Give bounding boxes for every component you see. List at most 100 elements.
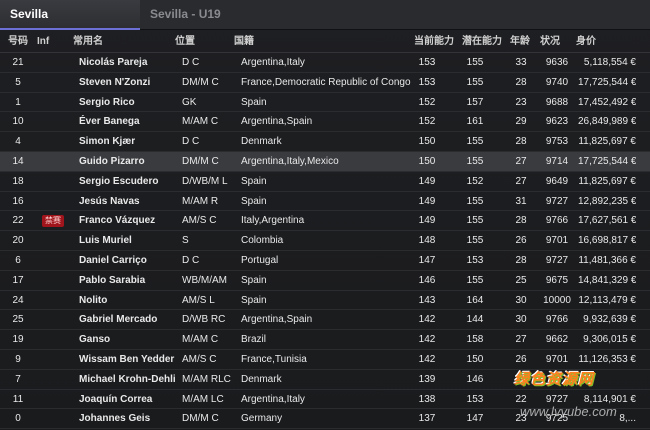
cell-age: 30 [515, 294, 527, 306]
column-header-potential-ability[interactable]: 潜在能力 [462, 31, 502, 53]
cell-ca: 152 [418, 116, 436, 128]
table-row[interactable]: 6 Daniel Carriço D C Portugal 147 153 28 9727 11… [0, 251, 650, 271]
column-header-name[interactable]: 常用名 [73, 31, 103, 53]
cell-condition: 9753 [545, 136, 569, 148]
table-row[interactable]: 20 Luis Muriel S Colombia 148 155 26 9701 16,698… [0, 231, 650, 251]
table-row[interactable]: 4 Simon Kjær D C Denmark 150 155 28 9753 11,825,… [0, 132, 650, 152]
cell-condition: 9727 [545, 254, 569, 266]
cell-age: 29 [515, 116, 527, 128]
cell-name: Franco Vázquez [79, 215, 156, 227]
cell-name: Pablo Sarabia [79, 274, 146, 286]
cell-no: 9 [15, 353, 21, 365]
cell-position: M/AM R [182, 195, 219, 207]
cell-name: Éver Banega [79, 116, 140, 128]
cell-condition: 9701 [545, 353, 569, 365]
cell-no: 25 [12, 314, 24, 326]
cell-no: 14 [12, 155, 24, 167]
cell-no: 20 [12, 235, 24, 247]
cell-condition: 9766 [545, 215, 569, 227]
column-header-age[interactable]: 年龄 [510, 31, 530, 53]
cell-value: 9,932,639 € [583, 314, 636, 326]
column-header-number[interactable]: 号码 [8, 31, 28, 53]
table-row[interactable]: 14 Guido Pizarro DM/M C Argentina,Italy,Mex… [0, 151, 650, 172]
cell-age: 26 [515, 353, 527, 365]
cell-pa: 153 [466, 254, 484, 266]
cell-nationality: Argentina,Italy [241, 57, 305, 68]
table-row[interactable]: 21 Nicolás Pareja D C Argentina,Italy 153 155… [0, 53, 650, 73]
cell-condition: 10000 [543, 294, 571, 306]
cell-nationality: Colombia [241, 235, 284, 247]
table-row[interactable]: 10 Éver Banega M/AM C Argentina,Spain 152 161… [0, 112, 650, 133]
cell-name: Gabriel Mercado [79, 314, 158, 326]
cell-position: AM/S C [182, 353, 217, 365]
table-row[interactable]: 16 Jesús Navas M/AM R Spain 149 155 31 9727 12,8… [0, 192, 650, 212]
table-row[interactable]: 22 Franco Vázquez AM/S C Italy,Argentina 149… [0, 211, 650, 232]
cell-no: 4 [15, 136, 21, 148]
cell-value: 11,126,353 € [578, 353, 636, 365]
table-row[interactable]: 5 Steven N'Zonzi DM/M C France,Democratic R… [0, 73, 650, 93]
cell-age: 28 [515, 254, 527, 266]
table-row[interactable]: 1 Sergio Rico GK Spain 152 157 23 9688 17,452,49… [0, 93, 650, 113]
cell-no: 1 [15, 96, 21, 108]
column-header-nationality[interactable]: 国籍 [234, 31, 254, 53]
column-header-condition[interactable]: 状况 [540, 31, 560, 53]
column-header-inf[interactable]: Inf [37, 31, 49, 53]
cell-position: DM/M C [182, 76, 219, 88]
cell-position: D C [182, 254, 200, 266]
table-row[interactable]: 24 Nolito AM/S L Spain 143 164 30 10000 12,113,4… [0, 291, 650, 311]
cell-position: D C [182, 136, 200, 148]
cell-ca: 150 [418, 136, 436, 148]
cell-pa: 155 [466, 235, 484, 247]
cell-nationality: Denmark [241, 373, 282, 385]
cell-position: M/AM LC [182, 393, 224, 405]
cell-pa: 150 [466, 353, 484, 365]
table-row[interactable]: 17 Pablo Sarabia WB/M/AM Spain 146 155 25 9675 1… [0, 271, 650, 291]
cell-nationality: Spain [241, 175, 267, 187]
cell-condition: 9662 [545, 334, 569, 346]
cell-value: 12,892,235 € [578, 195, 636, 207]
table-row[interactable]: 18 Sergio Escudero D/WB/M L Spain 149 152 27 96… [0, 172, 650, 192]
cell-name: Daniel Carriço [79, 254, 147, 266]
cell-pa: 155 [466, 155, 484, 167]
cell-nationality: Spain [241, 195, 267, 207]
cell-nationality: Argentina,Spain [241, 116, 313, 128]
cell-no: 7 [15, 373, 21, 385]
cell-nationality: France,Democratic Republic of Congo [241, 76, 411, 88]
cell-position: AM/S L [182, 294, 215, 306]
cell-value: 17,452,492 € [578, 96, 636, 108]
cell-nationality: Brazil [241, 334, 267, 346]
cell-name: Johannes Geis [79, 413, 151, 425]
cell-value: 14,841,329 € [578, 274, 636, 286]
table-row[interactable]: 19 Ganso M/AM C Brazil 142 158 27 9662 9,306,015… [0, 330, 650, 350]
cell-age: 26 [515, 235, 527, 247]
cell-position: M/AM RLC [182, 373, 231, 385]
column-header-position[interactable]: 位置 [175, 31, 195, 53]
cell-ca: 139 [418, 373, 436, 385]
cell-condition: 9636 [545, 57, 569, 68]
cell-name: Luis Muriel [79, 235, 132, 247]
tab-sevilla[interactable]: Sevilla [0, 0, 140, 30]
cell-age: 33 [515, 57, 527, 68]
cell-condition: 9714 [545, 155, 569, 167]
cell-pa: 155 [466, 136, 484, 148]
cell-no: 21 [12, 57, 24, 68]
cell-value: 9,306,015 € [583, 334, 636, 346]
table-row[interactable]: 9 Wissam Ben Yedder AM/S C France,Tunisia 14… [0, 350, 650, 370]
cell-pa: 155 [466, 76, 484, 88]
cell-no: 11 [12, 393, 24, 405]
cell-value: 16,698,817 € [578, 235, 636, 247]
cell-pa: 144 [466, 314, 484, 326]
table-row[interactable]: 25 Gabriel Mercado D/WB RC Argentina,Spain 1… [0, 310, 650, 331]
column-header-current-ability[interactable]: 当前能力 [414, 31, 454, 53]
cell-no: 19 [12, 334, 24, 346]
cell-pa: 158 [466, 334, 484, 346]
cell-no: 5 [15, 76, 21, 88]
cell-position: DM/M C [182, 413, 219, 425]
cell-position: M/AM C [182, 116, 219, 128]
tab-sevilla-u19[interactable]: Sevilla - U19 [140, 0, 320, 30]
column-header-value[interactable]: 身价 [576, 31, 596, 53]
cell-position: D/WB RC [182, 314, 226, 326]
cell-condition: 9675 [545, 274, 569, 286]
cell-condition: 9649 [545, 175, 569, 187]
cell-position: S [182, 235, 189, 247]
